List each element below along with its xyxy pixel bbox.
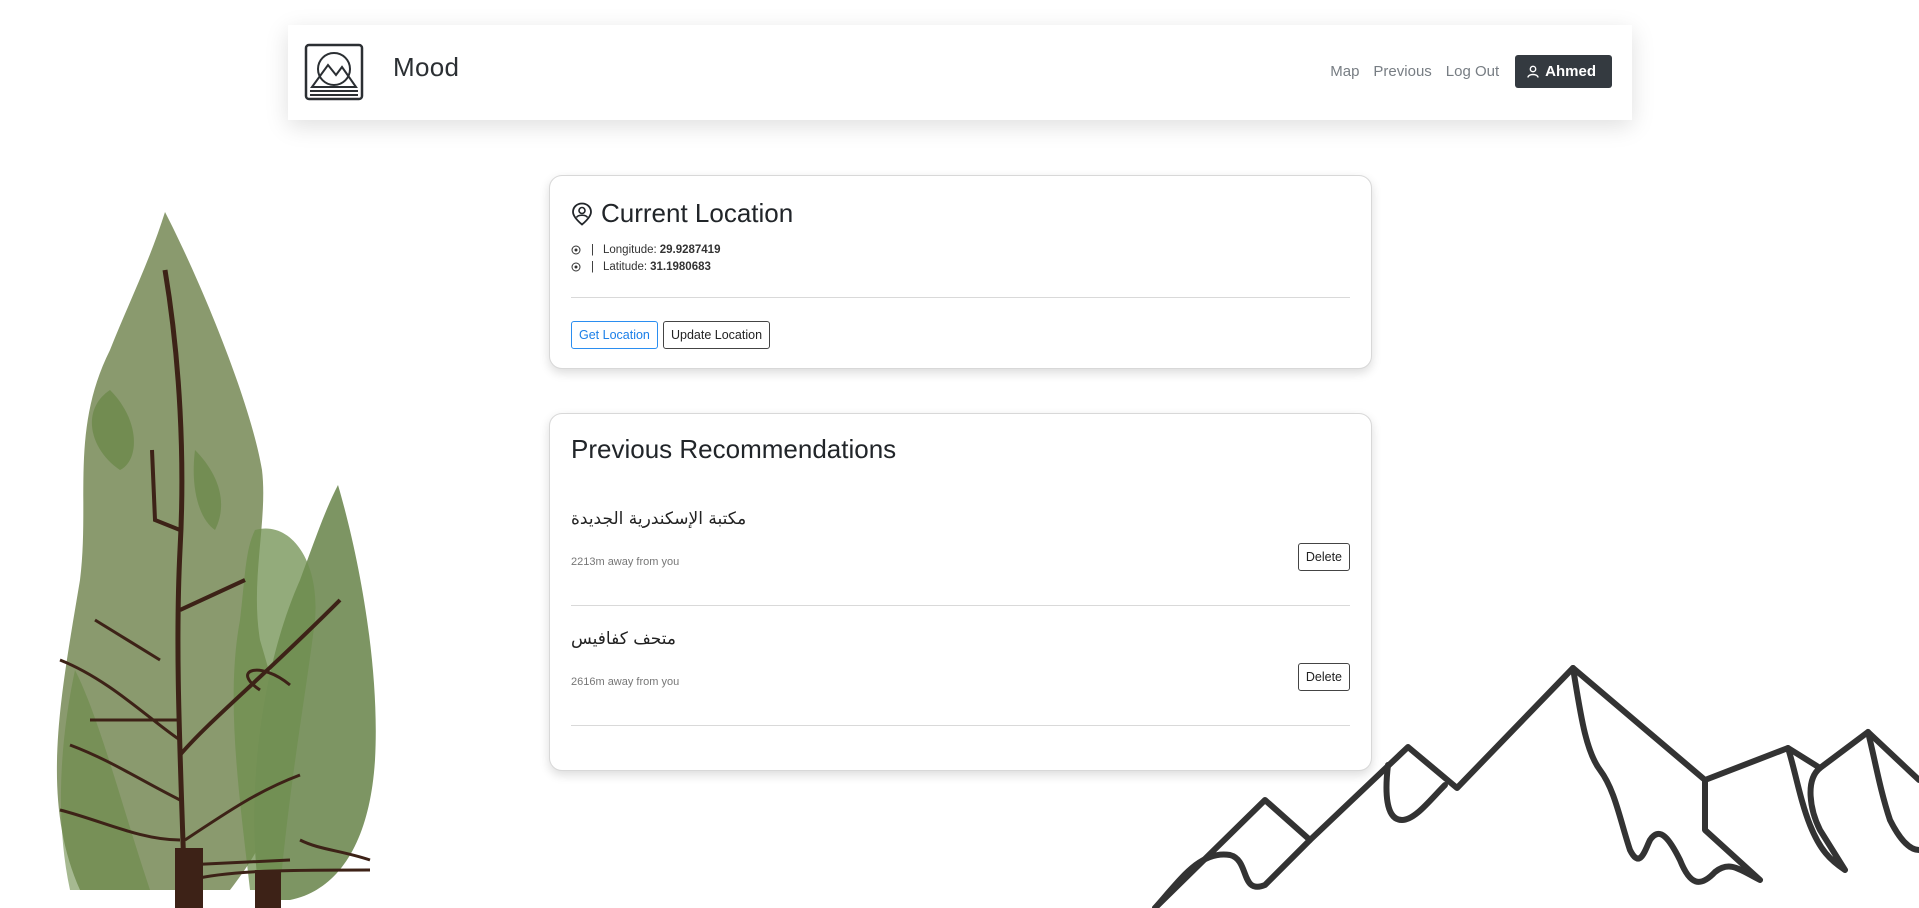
separator: | [591,244,594,256]
longitude-value: 29.9287419 [659,244,721,256]
separator: | [591,261,594,273]
divider [571,605,1350,606]
latitude-label: Latitude: [603,261,648,273]
latitude-row: | Latitude: 31.1980683 [571,261,711,273]
recommendation-distance: 2616m away from you [571,676,680,688]
target-icon [571,262,581,272]
nav-link-previous[interactable]: Previous [1373,63,1431,80]
navbar: Mood Map Previous Log Out Ahmed [288,25,1632,120]
get-location-button[interactable]: Get Location [571,321,658,349]
previous-recommendations-title: Previous Recommendations [571,434,897,464]
recommendation-distance: 2213m away from you [571,556,680,568]
current-location-heading: Current Location [571,198,793,229]
delete-button[interactable]: Delete [1297,663,1350,691]
location-pin-icon [572,202,592,226]
nav-link-map[interactable]: Map [1330,63,1359,80]
recommendation-name: مكتبة الإسكندرية الجديدة [571,509,747,529]
user-name: Ahmed [1545,63,1596,80]
previous-recommendations-heading: Previous Recommendations [571,434,896,465]
page: Mood Map Previous Log Out Ahmed Current … [0,0,1919,908]
delete-button[interactable]: Delete [1297,543,1350,571]
nav-link-logout[interactable]: Log Out [1446,63,1499,80]
brand-name[interactable]: Mood [393,52,459,83]
recommendation-item: متحف كفافيس 2616m away from you Delete [571,629,1350,739]
previous-recommendations-card: Previous Recommendations مكتبة الإسكندري… [549,413,1372,771]
tree-illustration [56,212,376,908]
person-icon [1527,65,1539,78]
recommendation-item: مكتبة الإسكندرية الجديدة 2213m away from… [571,509,1350,619]
longitude-label: Longitude: [603,244,657,256]
current-location-title: Current Location [601,198,794,228]
longitude-row: | Longitude: 29.9287419 [571,244,720,256]
latitude-value: 31.1980683 [650,261,711,273]
target-icon [571,245,581,255]
mountain-logo[interactable] [304,43,364,101]
recommendation-name: متحف كفافيس [571,629,677,649]
divider [571,725,1350,726]
update-location-button[interactable]: Update Location [663,321,771,349]
user-button[interactable]: Ahmed [1515,55,1612,88]
nav-links: Map Previous Log Out Ahmed [1330,55,1612,88]
divider [571,297,1350,298]
current-location-card: Current Location | Longitude: 29.9287419… [549,175,1372,369]
